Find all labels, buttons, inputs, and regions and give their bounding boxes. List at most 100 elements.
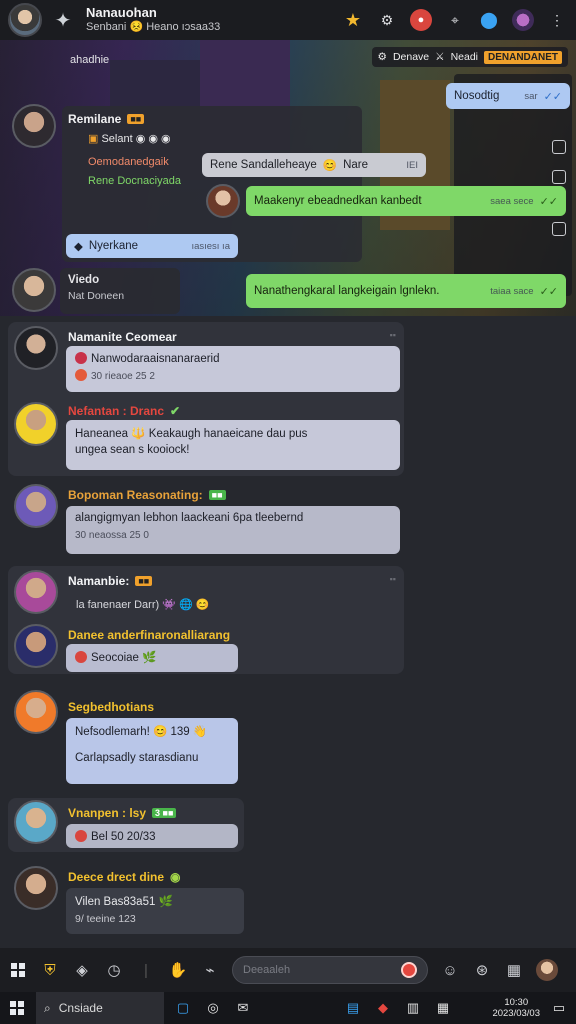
store-icon[interactable]: ▤ <box>342 997 364 1019</box>
sender-name: Nefantan : Dranc ✔ <box>68 404 181 418</box>
message-input[interactable]: Deeaaleh <box>232 956 428 984</box>
message-text: la fanenaer Darr) 👾 🌐 😊 <box>76 599 210 611</box>
status-chip-icon <box>75 352 87 364</box>
chat-title: Nanauohan <box>86 5 157 21</box>
message-time: ▪▪ <box>389 330 396 340</box>
mail-icon[interactable]: ✉ <box>232 997 254 1019</box>
taskbar-clock[interactable]: 10:30 2023/03/03 <box>492 997 540 1020</box>
member-avatar[interactable] <box>14 570 58 614</box>
pin-icon[interactable]: ⌖ <box>444 9 466 31</box>
windows-menu-icon[interactable] <box>8 960 28 980</box>
search-icon: ⌕ <box>44 1000 51 1015</box>
scene-label: ahadhie <box>70 54 110 66</box>
member-avatar[interactable] <box>12 268 56 312</box>
member-avatar[interactable] <box>512 9 534 31</box>
group-line: ▣ Selant ◉ ◉ ◉ <box>88 133 171 145</box>
group-line: Oemodanedgaik <box>88 156 169 168</box>
header-titles: Nanauohan Senbani 😣 Heano ıɔsaa33 <box>86 5 220 34</box>
sender-name: Bopoman Reasonating: ■■ <box>68 488 226 502</box>
message-bubble[interactable]: ◆ Nyerkane ıasıesı ıa <box>66 234 238 258</box>
header-actions: ★ ⚙ ● ⌖ ⬤ ⋮ <box>342 9 568 31</box>
app-logo-icon[interactable]: ✦ <box>50 7 76 33</box>
member-avatar[interactable] <box>14 866 58 910</box>
status-chip-icon <box>75 651 87 663</box>
member-avatar[interactable] <box>14 326 58 370</box>
emoji-icon[interactable]: ☺ <box>440 960 460 980</box>
message-bubble[interactable]: Nefsodlemarh! 😊 139 👋 Carlapsadly staras… <box>66 718 238 784</box>
settings-icon[interactable]: ⚙ <box>376 9 398 31</box>
message-bubble[interactable]: Nanwodaraaisnanaraerid 30 rieaoe 25 2 <box>66 346 400 392</box>
banner-icon: ⚙ <box>377 51 387 63</box>
location-icon[interactable]: ⬤ <box>478 9 500 31</box>
double-check-icon: ✓✓ <box>539 195 558 208</box>
compose-bar: ⛨ ◈ ◷ | ✋ ⌁ Deeaaleh ☺ ⊛ ▦ <box>0 948 576 992</box>
reaction-avatars: ◉ ◉ ◉ <box>135 133 171 145</box>
sender-name: Deece drect dine ◉ <box>68 870 181 884</box>
star-icon[interactable]: ★ <box>342 9 364 31</box>
toolbar-icon[interactable] <box>552 170 566 184</box>
message-bubble[interactable]: Rene Sandalleheaye 😊 Nare IEI <box>202 153 426 177</box>
more-vertical-icon[interactable]: ⋮ <box>546 9 568 31</box>
sender-name: Vnanpen : lsy 3 ■■ <box>68 806 177 820</box>
chat-list: ▪▪ Namanite Ceomear Nanwodaraaisnanaraer… <box>0 316 576 948</box>
chat-header: ✦ Nanauohan Senbani 😣 Heano ıɔsaa33 ★ ⚙ … <box>0 0 576 40</box>
message-bubble[interactable]: alangigmyan lebhon laackeani 6pa tleeber… <box>66 506 400 554</box>
leaf-icon: ✔ <box>170 404 181 418</box>
member-avatar[interactable] <box>14 624 58 668</box>
member-avatar[interactable] <box>14 484 58 528</box>
member-avatar[interactable] <box>206 184 240 218</box>
divider: | <box>144 961 148 979</box>
sender-name: Danee anderfinaronalliarang <box>68 628 231 642</box>
clock-icon[interactable]: ◷ <box>104 960 124 980</box>
member-avatar[interactable] <box>14 402 58 446</box>
gallery-icon[interactable]: ▦ <box>504 960 524 980</box>
os-taskbar: ⌕ Cnsiade ▢ ◎ ✉ ▤ ◆ ▥ ▦ 10:30 2023/03/03… <box>0 992 576 1024</box>
profile-avatar[interactable] <box>8 3 42 37</box>
volume-icon[interactable]: ▦ <box>432 997 454 1019</box>
message-time: ▪▪ <box>389 574 396 584</box>
group-name: Remilane ■■ <box>68 112 145 126</box>
toolbar-icon[interactable] <box>552 140 566 154</box>
member-avatar[interactable] <box>14 690 58 734</box>
shield-icon[interactable]: ⛨ <box>40 960 60 980</box>
taskbar-search[interactable]: ⌕ Cnsiade <box>36 992 164 1024</box>
network-icon[interactable]: ▥ <box>402 997 424 1019</box>
action-center-icon[interactable]: ▭ <box>548 997 570 1019</box>
start-icon[interactable] <box>6 997 28 1019</box>
message-bubble[interactable]: Seocoiae 🌿 <box>66 644 238 672</box>
attach-icon[interactable]: ⌁ <box>200 960 220 980</box>
message-bubble[interactable]: Nanathengkaral langkeigain lgnlekn. taia… <box>246 274 566 308</box>
message-bubble[interactable]: Bel 50 20/33 <box>66 824 238 848</box>
group-line: Rene Docnaciyada <box>88 175 181 187</box>
chip-icon: ◆ <box>74 241 83 253</box>
sender-name: Namanite Ceomear <box>68 330 177 344</box>
user-avatar[interactable] <box>536 959 558 981</box>
gif-icon[interactable]: ⊛ <box>472 960 492 980</box>
game-scene: ahadhie ⚙ Denave ⚔ Neadi DENANDANET Noso… <box>0 40 576 316</box>
scene-banner: ⚙ Denave ⚔ Neadi DENANDANET <box>371 47 568 67</box>
message-meta: 30 rieaoe 25 2 <box>75 369 391 382</box>
record-voice-icon[interactable] <box>401 962 417 978</box>
record-icon[interactable]: ● <box>410 9 432 31</box>
sender-name: Namanbie: ■■ <box>68 574 153 588</box>
bag-icon: ▣ <box>88 133 99 145</box>
message-bubble[interactable]: Maakenyr ebeadnedkan kanbedt saea sece ✓… <box>246 186 566 216</box>
sticker-icon[interactable]: ✋ <box>168 960 188 980</box>
message-bubble[interactable]: Viedo Nat Doneen <box>60 268 180 314</box>
status-chip-icon <box>75 830 87 842</box>
coin-icon: ◉ <box>170 870 181 884</box>
double-check-icon: ✓✓ <box>539 285 558 298</box>
browser-icon[interactable]: ◎ <box>202 997 224 1019</box>
member-avatar[interactable] <box>14 800 58 844</box>
notification-icon[interactable]: ◆ <box>372 997 394 1019</box>
group-badge: ■■ <box>127 114 145 124</box>
toolbar-icon[interactable] <box>552 222 566 236</box>
tag-icon[interactable]: ◈ <box>72 960 92 980</box>
message-bubble[interactable]: Nosodtig sar ✓✓ <box>446 83 570 109</box>
message-bubble[interactable]: Haneanea 🔱 Keakaugh hanaeicane dau pus u… <box>66 420 400 470</box>
member-avatar[interactable] <box>12 104 56 148</box>
app-icon[interactable]: ▢ <box>172 997 194 1019</box>
status-chip-icon <box>75 369 87 381</box>
double-check-icon: ✓✓ <box>543 90 562 103</box>
message-bubble[interactable]: Vilen Bas83a51 🌿 9/ teeine 123 <box>66 888 244 934</box>
